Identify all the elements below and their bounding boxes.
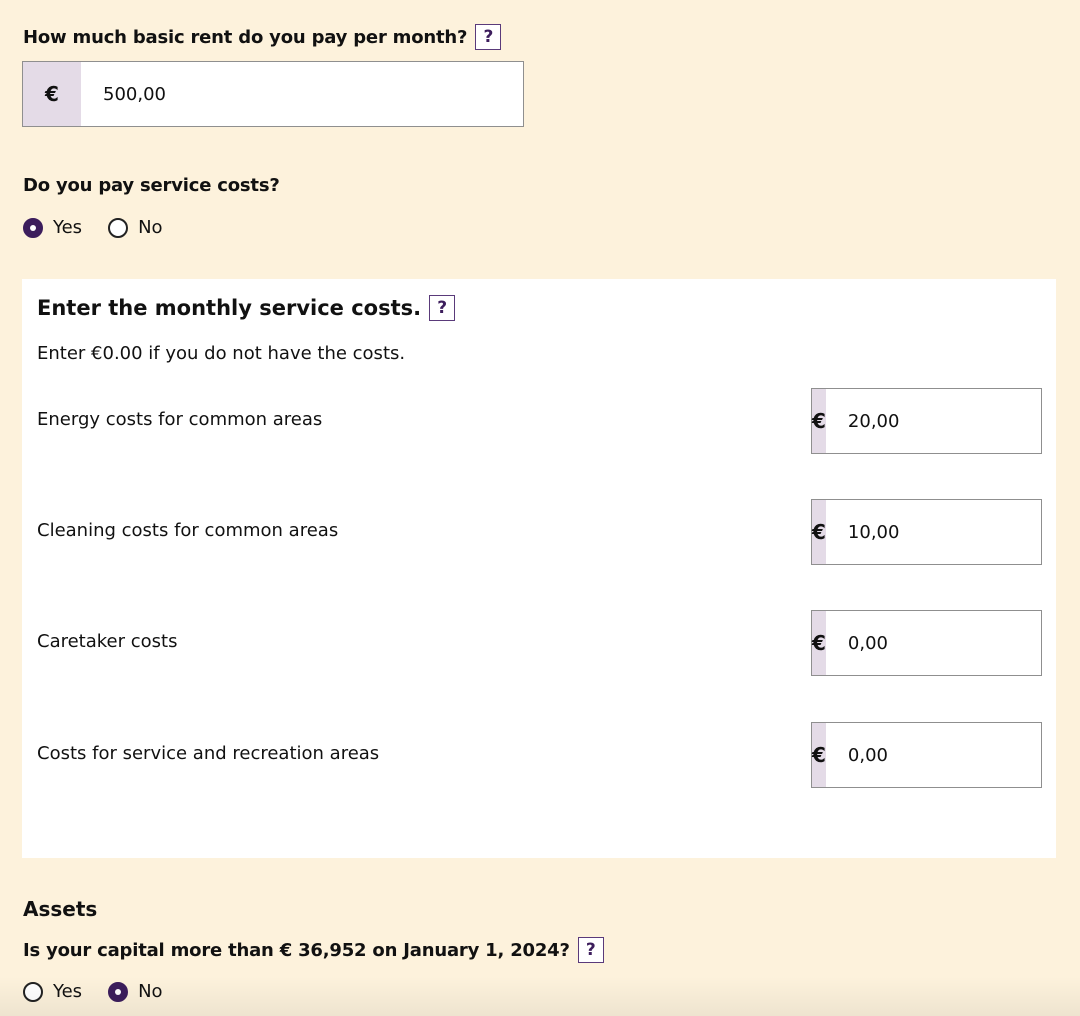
caretaker-costs-input[interactable] <box>825 611 1075 675</box>
service-costs-panel: Enter the monthly service costs. ? Enter… <box>22 279 1075 858</box>
service-costs-panel-title-text: Enter the monthly service costs. <box>37 296 422 320</box>
rent-help-button[interactable]: ? <box>475 24 502 50</box>
cleaning-costs-label: Cleaning costs for common areas <box>37 520 339 541</box>
rent-question: How much basic rent do you pay per month… <box>23 24 502 50</box>
caretaker-costs-label: Caretaker costs <box>37 631 178 652</box>
service-costs-question-label: Do you pay service costs? <box>23 175 280 196</box>
assets-section-title: Assets <box>23 897 98 921</box>
service-costs-yes-option[interactable]: Yes <box>23 217 82 238</box>
assets-no-label: No <box>138 981 163 1002</box>
caretaker-costs-input-group: € <box>811 610 1075 676</box>
service-costs-hint: Enter €0.00 if you do not have the costs… <box>37 343 406 364</box>
euro-prefix: € <box>812 389 826 453</box>
rent-input-group: € <box>22 61 524 127</box>
service-recreation-costs-input[interactable] <box>825 723 1075 787</box>
radio-checked-icon[interactable] <box>108 981 129 1002</box>
service-costs-no-label: No <box>138 217 163 238</box>
service-recreation-costs-input-group: € <box>811 722 1075 788</box>
radio-checked-icon[interactable] <box>23 217 43 238</box>
assets-yes-option[interactable]: Yes <box>23 981 82 1002</box>
energy-costs-input-group: € <box>811 388 1075 454</box>
service-costs-yes-label: Yes <box>53 217 83 238</box>
euro-prefix: € <box>812 500 826 564</box>
euro-prefix: € <box>812 723 826 787</box>
service-costs-question: Do you pay service costs? <box>23 175 280 196</box>
assets-yes-label: Yes <box>53 981 83 1002</box>
cleaning-costs-input[interactable] <box>825 500 1075 564</box>
rent-question-label: How much basic rent do you pay per month… <box>23 26 468 48</box>
service-costs-no-option[interactable]: No <box>108 217 163 238</box>
energy-costs-input[interactable] <box>825 389 1075 453</box>
service-costs-radio-group: Yes No <box>23 217 189 238</box>
assets-question: Is your capital more than € 36,952 on Ja… <box>23 937 604 963</box>
assets-radio-group: Yes No <box>23 981 189 1002</box>
rent-input[interactable] <box>81 62 523 126</box>
service-recreation-costs-label: Costs for service and recreation areas <box>37 743 380 764</box>
radio-unchecked-icon[interactable] <box>108 217 129 238</box>
assets-question-label: Is your capital more than € 36,952 on Ja… <box>23 939 570 961</box>
euro-prefix: € <box>23 62 81 126</box>
service-costs-panel-title: Enter the monthly service costs. ? <box>37 295 456 321</box>
energy-costs-label: Energy costs for common areas <box>37 409 323 430</box>
assets-no-option[interactable]: No <box>108 981 163 1002</box>
service-costs-help-button[interactable]: ? <box>429 295 456 321</box>
radio-unchecked-icon[interactable] <box>23 981 43 1002</box>
cleaning-costs-input-group: € <box>811 499 1075 565</box>
euro-prefix: € <box>812 611 826 675</box>
assets-help-button[interactable]: ? <box>577 937 604 963</box>
